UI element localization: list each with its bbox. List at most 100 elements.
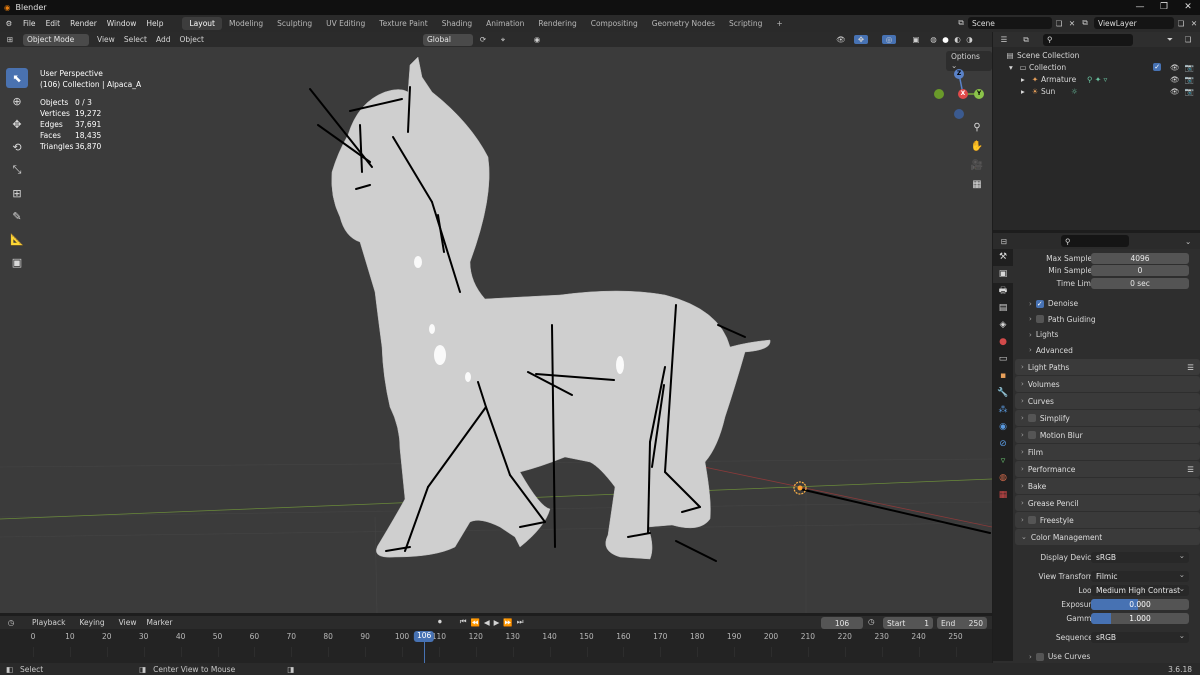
object-tab-icon[interactable]: ▪: [993, 368, 1013, 385]
tab-rendering[interactable]: Rendering: [531, 17, 583, 30]
scene-icon[interactable]: ⧉: [954, 18, 968, 28]
blender-menu-icon[interactable]: ⚙: [0, 19, 18, 28]
time-limit-field[interactable]: 0 sec: [1091, 277, 1189, 289]
new-collection-icon[interactable]: ❏: [1181, 35, 1195, 44]
jump-start-icon[interactable]: ⏮: [460, 617, 467, 627]
navigation-gizmo[interactable]: Z Y X: [928, 67, 988, 127]
outliner-scene-collection[interactable]: ▤ Scene Collection: [993, 49, 1200, 61]
render-tab-icon[interactable]: ▣: [993, 266, 1013, 283]
transform-tool-icon[interactable]: ⊞: [6, 183, 28, 203]
gamma-slider[interactable]: 1.000: [1091, 612, 1189, 624]
gizmo-toggle-icon[interactable]: ✥: [854, 35, 868, 44]
collection-tab-icon[interactable]: ▭: [993, 351, 1013, 368]
menu-view[interactable]: View: [97, 35, 115, 44]
tab-uv-editing[interactable]: UV Editing: [319, 17, 372, 30]
use-curves-checkbox[interactable]: [1035, 652, 1044, 661]
view-layer-tab-icon[interactable]: ▤: [993, 300, 1013, 317]
select-box-tool-icon[interactable]: ⬉: [6, 68, 28, 88]
render-camera-icon[interactable]: 📷: [1185, 63, 1194, 72]
texture-tab-icon[interactable]: ▦: [993, 487, 1013, 504]
expand-icon[interactable]: ▸: [1021, 87, 1029, 96]
jump-end-icon[interactable]: ⏭: [517, 617, 524, 627]
panel-color-management[interactable]: ⌄ Color Management: [1015, 529, 1200, 546]
panel-curves[interactable]: › Curves: [1015, 393, 1200, 410]
measure-tool-icon[interactable]: 📐: [6, 229, 28, 249]
max-samples-field[interactable]: 4096: [1091, 252, 1189, 264]
play-icon[interactable]: ▶: [494, 618, 500, 627]
maximize-icon[interactable]: ❐: [1152, 0, 1176, 15]
pin-icon[interactable]: ⌄: [1185, 237, 1191, 246]
3d-viewport[interactable]: ⬉ ⊕ ✥ ⟲ ⤡ ⊞ ✎ 📐 ▣ User Perspective (106)…: [0, 47, 992, 613]
expand-icon[interactable]: ▾: [1009, 63, 1017, 72]
cursor-tool-icon[interactable]: ⊕: [6, 91, 28, 111]
display-device-select[interactable]: sRGB: [1091, 550, 1189, 563]
subpanel-lights[interactable]: › Lights: [1015, 327, 1200, 343]
tab-shading[interactable]: Shading: [435, 17, 479, 30]
pan-hand-icon[interactable]: ✋: [969, 139, 985, 155]
eye-icon[interactable]: 👁: [1170, 87, 1180, 96]
menu-timeline-view[interactable]: View: [119, 618, 137, 627]
menu-file[interactable]: File: [18, 19, 41, 28]
motion-blur-checkbox[interactable]: [1027, 431, 1036, 440]
start-frame-field[interactable]: Start 1: [883, 617, 933, 629]
subpanel-advanced[interactable]: › Advanced: [1015, 343, 1200, 359]
overlay-toggle-icon[interactable]: ◎: [882, 35, 896, 44]
panel-grease-pencil[interactable]: › Grease Pencil: [1015, 495, 1200, 512]
eye-icon[interactable]: 👁: [1170, 63, 1180, 72]
material-shading-icon[interactable]: ◐: [952, 35, 963, 44]
viewlayer-icon[interactable]: ⧉: [1076, 18, 1094, 28]
menu-marker[interactable]: Marker: [146, 618, 172, 627]
playhead-frame-label[interactable]: 106: [413, 631, 435, 642]
subpanel-path-guiding[interactable]: › Path Guiding: [1015, 311, 1200, 327]
menu-playback[interactable]: Playback: [32, 618, 65, 627]
freestyle-checkbox[interactable]: [1027, 516, 1036, 525]
menu-render[interactable]: Render: [65, 19, 102, 28]
scene-tab-icon[interactable]: ◈: [993, 317, 1013, 334]
outliner-collection[interactable]: ▾ ▭ Collection ✓ 👁 📷: [993, 61, 1200, 73]
panel-motion-blur[interactable]: › Motion Blur: [1015, 427, 1200, 444]
tab-texture-paint[interactable]: Texture Paint: [372, 17, 434, 30]
tab-geometry-nodes[interactable]: Geometry Nodes: [645, 17, 722, 30]
constraints-tab-icon[interactable]: ⊘: [993, 436, 1013, 453]
list-icon[interactable]: ☰: [1187, 465, 1194, 474]
render-camera-icon[interactable]: 📷: [1185, 87, 1194, 96]
tab-sculpting[interactable]: Sculpting: [270, 17, 319, 30]
list-icon[interactable]: ☰: [1187, 363, 1194, 372]
orientation-dropdown[interactable]: Global: [423, 33, 473, 46]
timeline-editor-icon[interactable]: ◷: [0, 618, 22, 627]
panel-film[interactable]: › Film: [1015, 444, 1200, 461]
add-cube-tool-icon[interactable]: ▣: [6, 252, 28, 272]
menu-object[interactable]: Object: [179, 35, 203, 44]
timeline-ruler[interactable]: 0 10 20 30 40 50 60 70 80 90 100 110 120 130 140 150 160…: [0, 629, 992, 663]
outliner-item-armature[interactable]: ▸ ✦ Armature ⚲ ✦ ▿ 👁 📷: [993, 73, 1200, 85]
rotate-tool-icon[interactable]: ⟲: [6, 137, 28, 157]
record-icon[interactable]: ⏺: [438, 617, 442, 627]
snap-icon[interactable]: ⌖: [496, 35, 510, 45]
data-tab-icon[interactable]: ▿: [993, 453, 1013, 470]
panel-bake[interactable]: › Bake: [1015, 478, 1200, 495]
material-tab-icon[interactable]: ◍: [993, 470, 1013, 487]
new-viewlayer-icon[interactable]: ❏: [1174, 19, 1188, 28]
proportional-edit-icon[interactable]: ◉: [530, 35, 544, 44]
menu-window[interactable]: Window: [102, 19, 142, 28]
outliner-search-field[interactable]: ⚲: [1043, 33, 1133, 46]
visibility-icon[interactable]: 👁: [834, 35, 848, 44]
panel-performance[interactable]: › Performance ☰: [1015, 461, 1200, 478]
modifier-tab-icon[interactable]: 🔧: [993, 385, 1013, 402]
expand-icon[interactable]: ▸: [1021, 75, 1029, 84]
exposure-slider[interactable]: 0.000: [1091, 598, 1189, 610]
tab-animation[interactable]: Animation: [479, 17, 531, 30]
menu-select[interactable]: Select: [124, 35, 147, 44]
display-mode-icon[interactable]: ⧉: [1015, 35, 1037, 45]
viewlayer-name-field[interactable]: ViewLayer: [1094, 17, 1174, 29]
menu-help[interactable]: Help: [141, 19, 168, 28]
denoise-checkbox[interactable]: ✓: [1035, 299, 1044, 308]
zoom-icon[interactable]: ⚲: [969, 120, 985, 136]
wireframe-shading-icon[interactable]: ◍: [928, 35, 939, 44]
prev-keyframe-icon[interactable]: ⏪: [471, 618, 480, 627]
next-keyframe-icon[interactable]: ⏩: [503, 618, 512, 627]
properties-editor-icon[interactable]: ⊟: [993, 237, 1015, 246]
panel-volumes[interactable]: › Volumes: [1015, 376, 1200, 393]
solid-shading-icon[interactable]: ●: [940, 35, 951, 44]
scale-tool-icon[interactable]: ⤡: [6, 160, 28, 180]
